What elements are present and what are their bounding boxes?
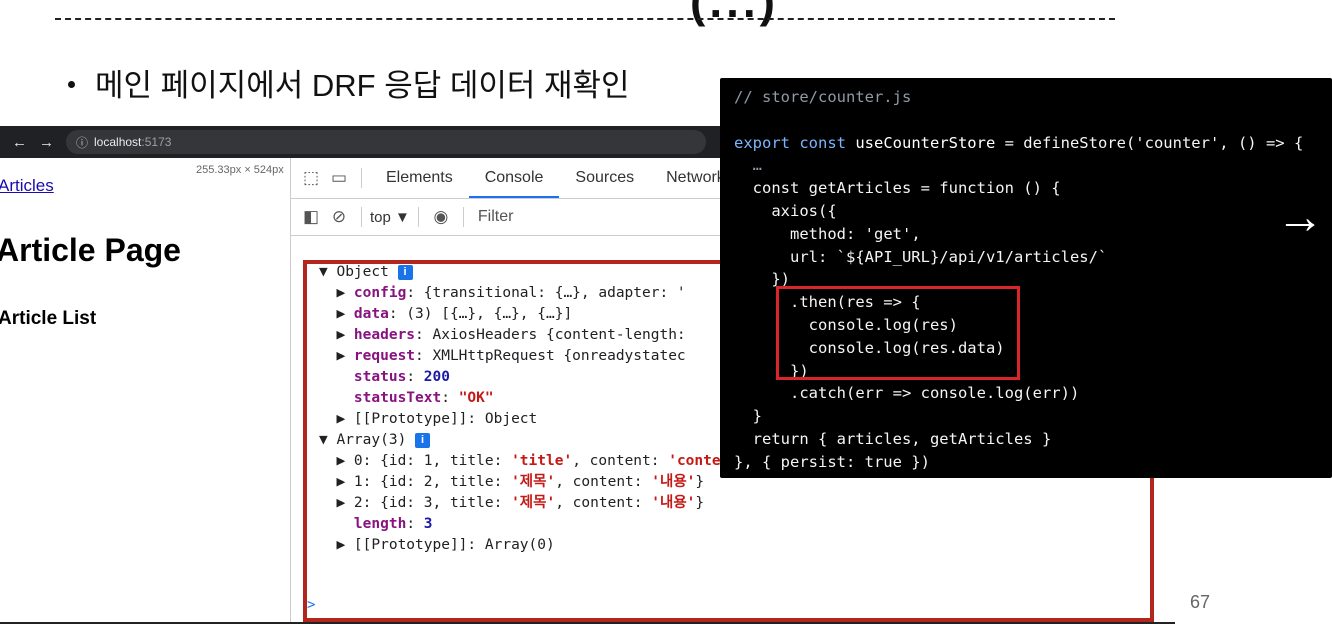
- filter-input[interactable]: Filter: [478, 208, 514, 226]
- code-line: .catch(err => console.log(err)): [734, 384, 1080, 403]
- code-line: const getArticles = function () {: [734, 179, 1061, 198]
- console-output: ▼ Object i ▶ config: {transitional: {…},…: [319, 262, 756, 556]
- code-line: method: 'get',: [734, 224, 921, 243]
- info-icon: ⓘ: [76, 135, 89, 150]
- code-line: }, { persist: true }): [734, 452, 930, 471]
- console-line[interactable]: ▶ config: {transitional: {…}, adapter: ': [319, 283, 756, 304]
- code-line: …: [734, 156, 762, 175]
- sidebar-toggle-icon[interactable]: ◧: [297, 207, 325, 227]
- slide-bullet: 메인 페이지에서 DRF 응답 데이터 재확인: [68, 60, 630, 105]
- eye-icon[interactable]: ◉: [427, 207, 455, 227]
- page-subheading: Article List: [0, 308, 97, 329]
- code-snippet-panel: // store/counter.js export const useCoun…: [720, 78, 1332, 478]
- tab-sources[interactable]: Sources: [559, 158, 650, 198]
- toolbar-separator-3: [462, 207, 464, 227]
- inspect-element-icon[interactable]: ⬚: [297, 168, 325, 188]
- toolbar-separator-2: [417, 207, 419, 227]
- bullet-text: 메인 페이지에서 DRF 응답 데이터 재확인: [95, 68, 630, 103]
- forward-icon[interactable]: →: [39, 134, 54, 151]
- device-toolbar-icon[interactable]: ▭: [325, 168, 353, 188]
- console-line: length: 3: [353, 516, 433, 532]
- console-line[interactable]: ▶ [[Prototype]]: Object: [319, 409, 756, 430]
- console-line: statusText: "OK": [353, 390, 494, 406]
- console-line[interactable]: ▶ 0: {id: 1, title: 'title', content: 'c…: [319, 451, 755, 472]
- console-line[interactable]: ▶ 1: {id: 2, title: '제목', content: '내용'}: [319, 472, 756, 493]
- page-viewport: 255.33px × 524px Articles Article Page A…: [0, 158, 290, 624]
- console-line[interactable]: ▼ Array(3) i: [319, 430, 756, 451]
- title-divider: [55, 18, 1115, 20]
- page-heading: Article Page: [0, 232, 181, 268]
- code-line: export const useCounterStore = defineSto…: [734, 133, 1304, 152]
- info-badge-icon: i: [397, 264, 413, 280]
- code-line: return { articles, getArticles }: [734, 429, 1052, 448]
- console-line[interactable]: ▶ request: XMLHttpRequest {onreadystatec: [319, 346, 756, 367]
- viewport-size-readout: 255.33px × 524px: [196, 164, 284, 176]
- bullet-dot: [68, 81, 75, 89]
- tab-console[interactable]: Console: [468, 158, 560, 198]
- console-line[interactable]: ▶ [[Prototype]]: Array(0): [319, 535, 756, 556]
- articles-link[interactable]: Articles: [0, 176, 54, 196]
- slide-title-tail: (...): [690, 0, 779, 27]
- context-selector[interactable]: top ▼: [370, 209, 410, 226]
- code-line: // store/counter.js: [734, 88, 912, 106]
- page-number: 67: [1190, 592, 1211, 612]
- console-prompt[interactable]: >: [307, 597, 315, 613]
- toolbar-separator: [361, 207, 362, 227]
- console-line[interactable]: ▶ data: (3) [{…}, {…}, {…}]: [319, 304, 756, 325]
- console-line[interactable]: ▼ Object i: [319, 262, 756, 283]
- url-port: :5173: [141, 135, 172, 149]
- code-line: url: `${API_URL}/api/v1/articles/`: [734, 247, 1108, 266]
- console-line[interactable]: ▶ 2: {id: 3, title: '제목', content: '내용'}: [319, 493, 756, 514]
- code-lines: // store/counter.js export const useCoun…: [734, 86, 1303, 474]
- back-icon[interactable]: ←: [12, 134, 27, 151]
- code-highlight-box: [776, 286, 1020, 380]
- console-line[interactable]: ▶ headers: AxiosHeaders {content-length:: [319, 325, 756, 346]
- address-bar[interactable]: ⓘ localhost :5173: [66, 130, 706, 154]
- clear-console-icon[interactable]: ⊘: [325, 207, 353, 227]
- code-line: axios({: [734, 201, 837, 220]
- tab-elements[interactable]: Elements: [370, 158, 469, 198]
- tab-separator: [361, 168, 362, 188]
- console-line: status: 200: [353, 369, 450, 385]
- url-host: localhost: [94, 135, 142, 149]
- right-arrow-icon: →: [1276, 191, 1324, 244]
- code-line: }: [734, 407, 762, 426]
- info-badge-icon: i: [415, 432, 431, 448]
